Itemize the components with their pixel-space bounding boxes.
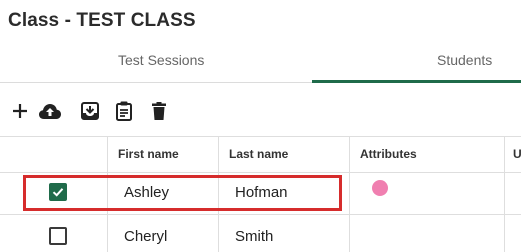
clipboard-icon[interactable] (112, 98, 136, 124)
trash-icon[interactable] (147, 98, 171, 124)
header-bottom-border (0, 172, 521, 173)
row-divider (0, 214, 521, 215)
column-header-first-name[interactable]: First name (118, 147, 179, 161)
row-checkbox[interactable] (49, 227, 67, 245)
attribute-dot (372, 180, 388, 196)
download-icon[interactable] (78, 98, 102, 124)
column-divider (349, 136, 350, 252)
cloud-upload-icon[interactable] (38, 98, 62, 124)
cell-last-name: Smith (235, 228, 274, 245)
cell-first-name: Cheryl (124, 228, 168, 245)
table-top-border (0, 136, 521, 137)
column-divider (504, 136, 505, 252)
add-icon[interactable] (8, 98, 32, 124)
column-header-attributes[interactable]: Attributes (360, 147, 417, 161)
tab-test-sessions[interactable]: Test Sessions (118, 52, 204, 68)
column-header-truncated[interactable]: U (513, 147, 521, 161)
column-header-last-name[interactable]: Last name (229, 147, 288, 161)
active-tab-indicator (312, 80, 521, 83)
tab-divider (0, 82, 312, 83)
page-title: Class - TEST CLASS (8, 10, 196, 31)
selection-highlight (23, 175, 342, 211)
tab-students[interactable]: Students (437, 52, 492, 68)
